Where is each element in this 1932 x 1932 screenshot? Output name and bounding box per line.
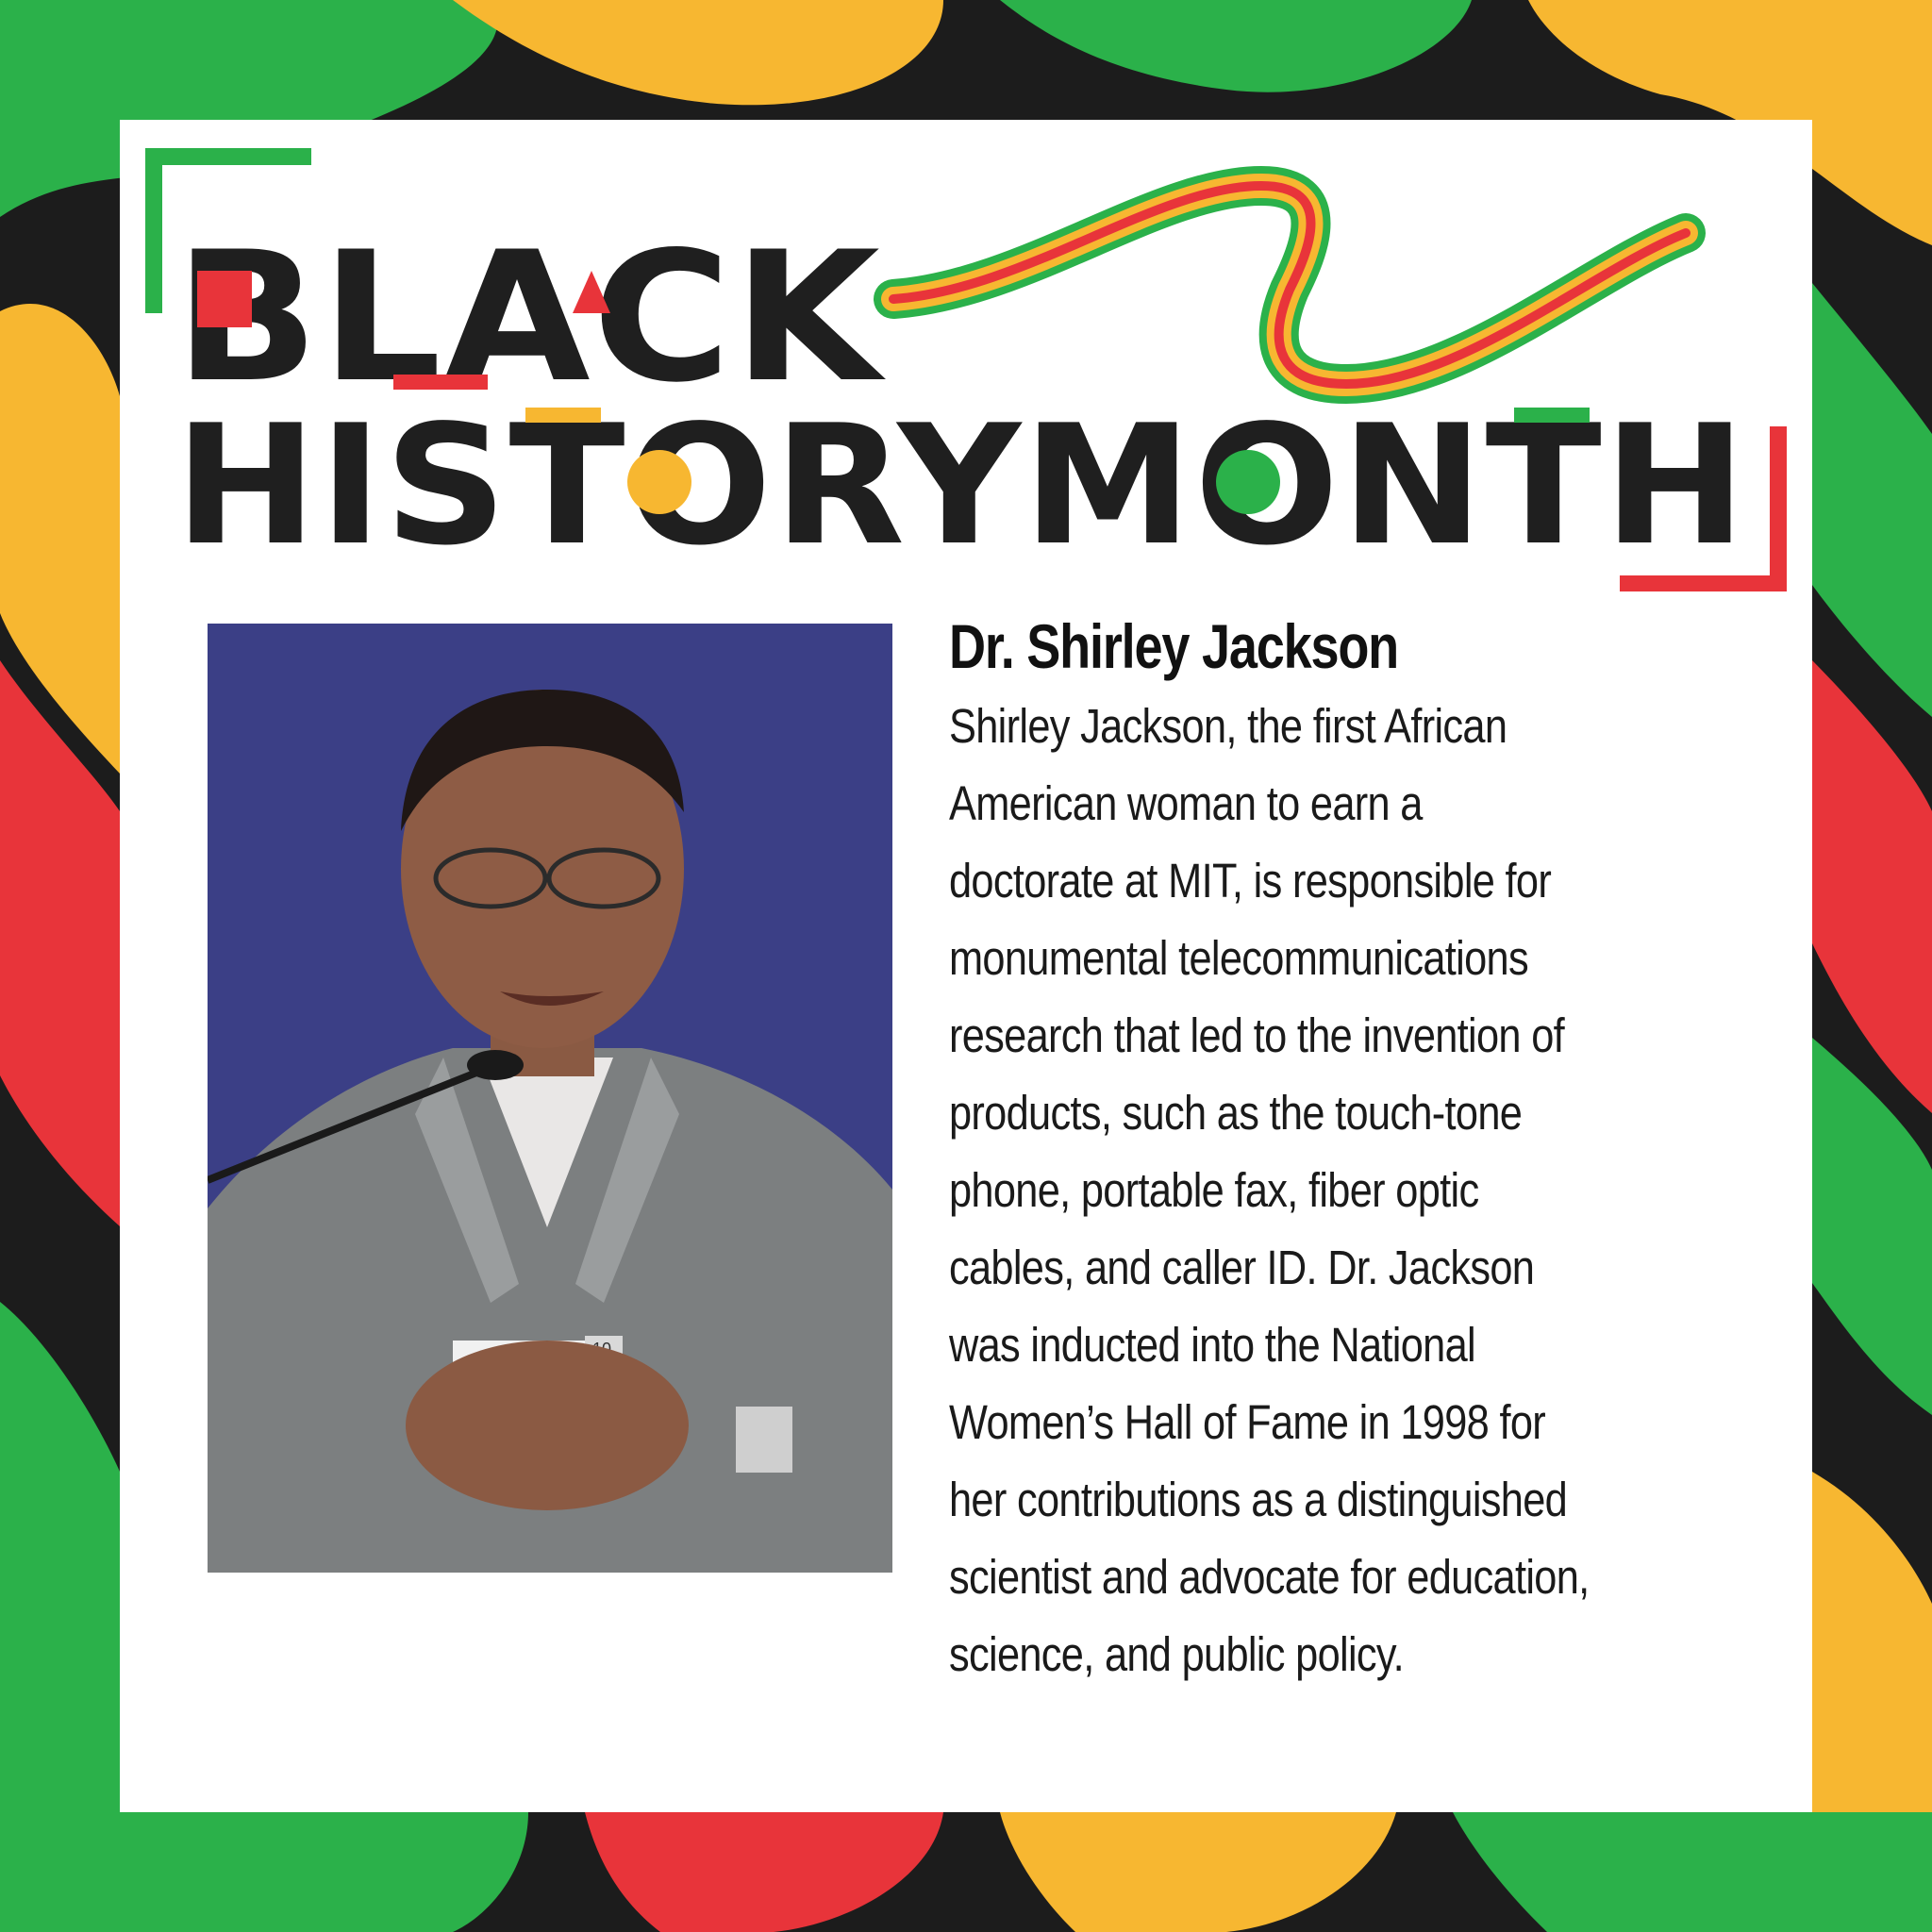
bio-line: science, and public policy. xyxy=(949,1627,1405,1681)
accent-yellow-bar xyxy=(525,408,601,423)
portrait-illustration: 10 xyxy=(208,624,892,1573)
bio-line: American woman to earn a xyxy=(949,776,1423,830)
bio-line: Women’s Hall of Fame in 1998 for xyxy=(949,1395,1546,1449)
title-artwork: BLACK HISTORYMONTH xyxy=(145,148,1787,591)
bio-section: Dr. Shirley Jackson Shirley Jackson, the… xyxy=(949,610,1779,1693)
bio-line: Shirley Jackson, the first African xyxy=(949,699,1507,753)
bio-line: phone, portable fax, fiber optic xyxy=(949,1163,1479,1217)
bio-line: doctorate at MIT, is responsible for xyxy=(949,854,1552,908)
content-card: BLACK HISTORYMONTH Dr. Shirley Jackson S… xyxy=(120,120,1812,1812)
bio-line: her contributions as a distinguished xyxy=(949,1473,1568,1526)
bio-line: products, such as the touch-tone xyxy=(949,1086,1523,1140)
accent-yellow-o xyxy=(627,450,691,514)
bio-line: cables, and caller ID. Dr. Jackson xyxy=(949,1241,1535,1294)
bio-line: research that led to the invention of xyxy=(949,1008,1565,1062)
ribbon-decoration xyxy=(874,165,1706,405)
bio-line: scientist and advocate for education, xyxy=(949,1550,1590,1604)
bio-line: monumental telecommunications xyxy=(949,931,1529,985)
profile-name: Dr. Shirley Jackson xyxy=(949,611,1399,681)
portrait-photo: 10 xyxy=(208,624,892,1573)
accent-red-b xyxy=(197,271,252,327)
profile-bio: Shirley Jackson, the first African Ameri… xyxy=(949,688,1779,1693)
accent-green-bar xyxy=(1514,408,1590,423)
bio-line: was inducted into the National xyxy=(949,1318,1476,1372)
title-line-history-month: HISTORYMONTH xyxy=(175,391,1748,582)
accent-green-o xyxy=(1216,450,1280,514)
accent-red-bar xyxy=(393,375,488,390)
